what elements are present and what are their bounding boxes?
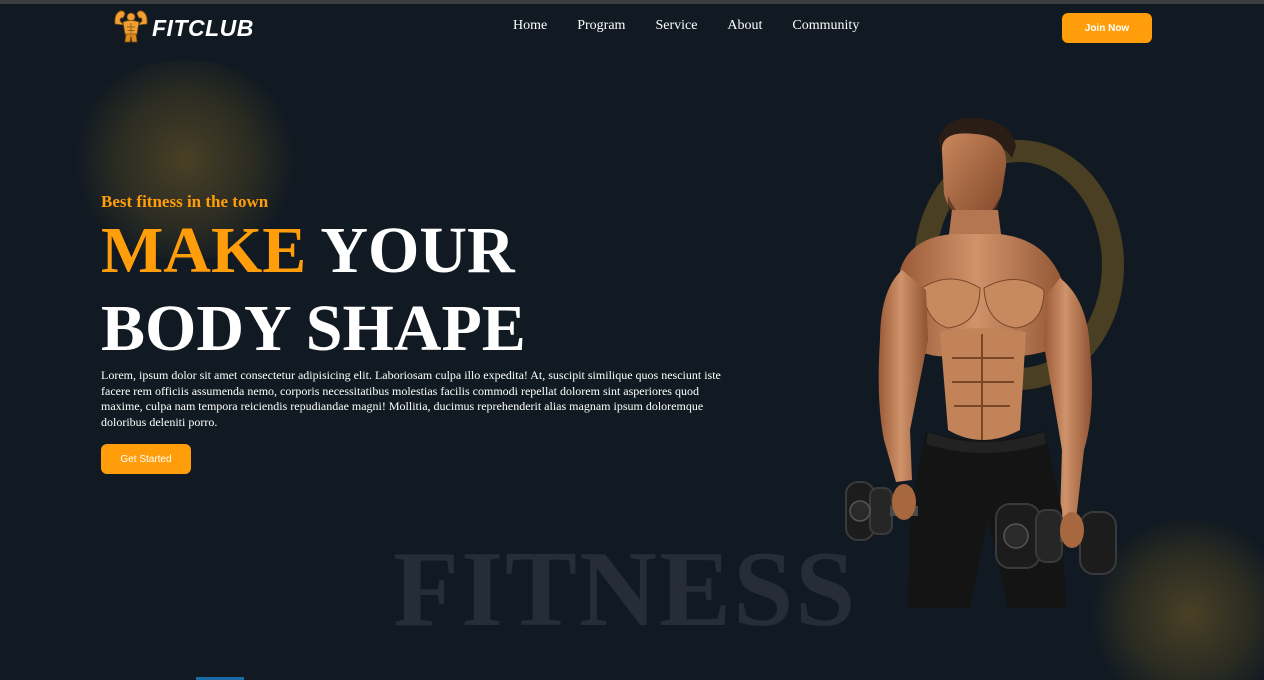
main-nav: Home Program Service About Community xyxy=(498,18,874,34)
nav-item-about[interactable]: About xyxy=(727,18,762,34)
hero-description: Lorem, ipsum dolor sit amet consectetur … xyxy=(101,368,721,429)
hero-headline: MAKE YOUR BODY SHAPE xyxy=(101,212,526,368)
headline-line-2: BODY SHAPE xyxy=(101,292,526,365)
brand-logo[interactable]: FITCLUB xyxy=(112,8,254,49)
headline-accent-word: MAKE xyxy=(101,214,307,287)
nav-item-program[interactable]: Program xyxy=(577,18,625,34)
nav-item-community[interactable]: Community xyxy=(792,18,859,34)
flexing-muscle-man-icon xyxy=(112,8,150,49)
hero-tagline: Best fitness in the town xyxy=(101,192,269,211)
nav-item-service[interactable]: Service xyxy=(655,18,697,34)
get-started-button[interactable]: Get Started xyxy=(101,444,191,474)
hero-athlete-image xyxy=(840,110,1130,610)
brand-name: FITCLUB xyxy=(152,14,254,41)
headline-rest: YOUR xyxy=(306,214,515,287)
fitness-watermark: FITNESS xyxy=(393,530,858,649)
nav-item-home[interactable]: Home xyxy=(513,18,547,34)
join-now-button[interactable]: Join Now xyxy=(1062,13,1152,43)
browser-top-border xyxy=(0,0,1264,4)
